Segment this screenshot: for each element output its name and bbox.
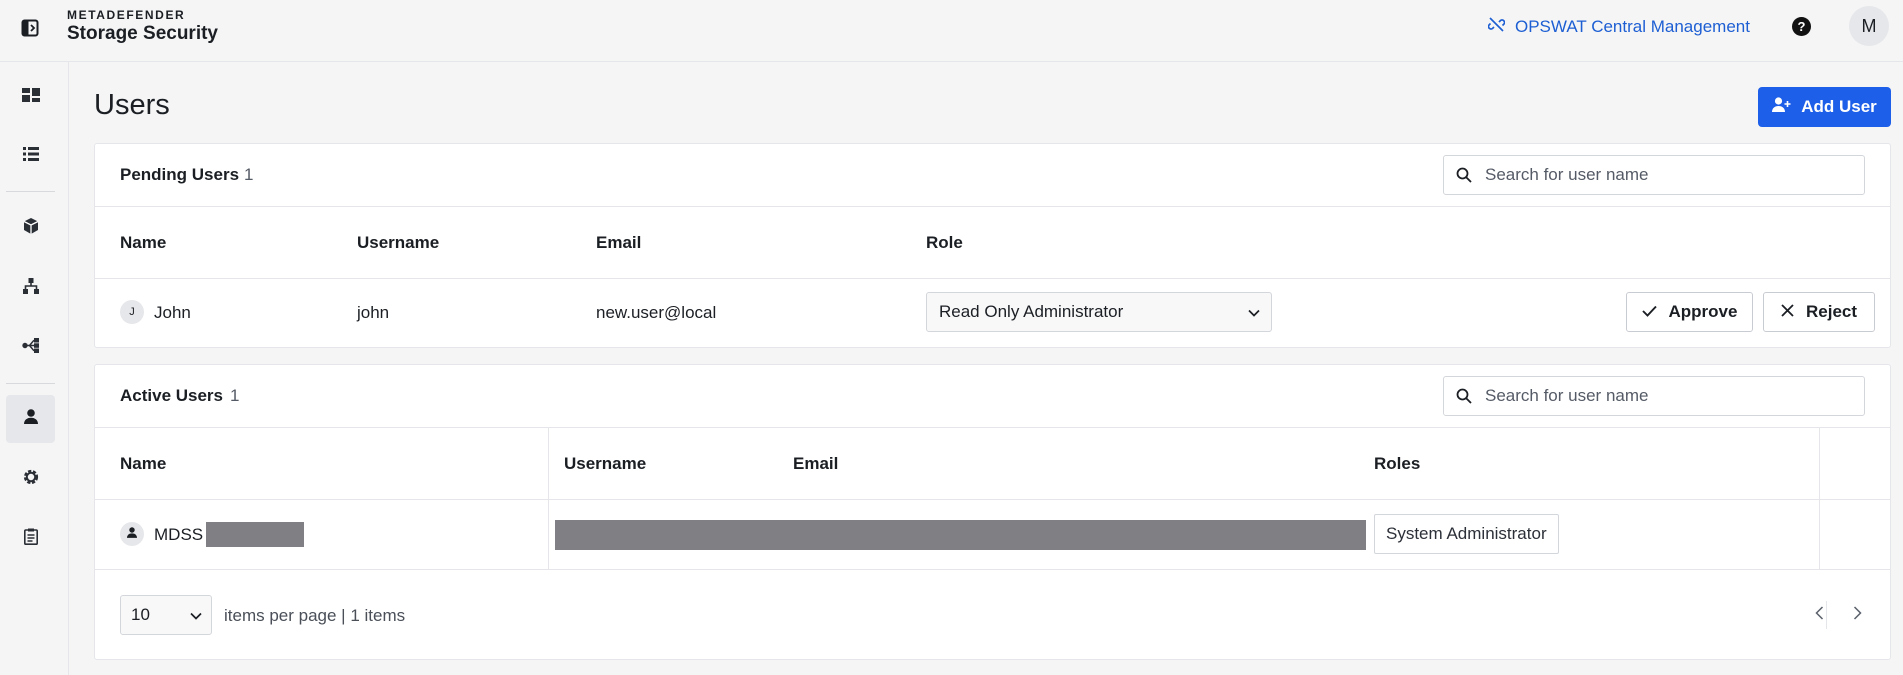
active-users-card: Active Users 1 Name Username Email Roles… [94,364,1891,660]
chevron-left-icon [1814,605,1824,625]
pending-col-email[interactable]: Email [596,233,641,253]
active-users-header: Active Users 1 [95,365,1890,428]
unlink-icon [1487,16,1506,38]
pending-col-username[interactable]: Username [357,233,439,253]
user-initial-badge: J [120,300,144,324]
chevron-down-icon [189,608,203,628]
active-users-title: Active Users [120,386,224,405]
reject-button[interactable]: Reject [1763,292,1875,332]
account-avatar[interactable]: M [1849,6,1889,46]
check-icon [1641,302,1657,322]
approve-label: Approve [1668,302,1738,321]
sidebar-divider [6,383,55,384]
pending-col-role[interactable]: Role [926,233,963,253]
pending-user-email: new.user@local [596,303,717,322]
sidebar-item-settings[interactable] [6,455,55,503]
chevron-right-icon [1853,605,1862,625]
cube-icon [23,217,39,239]
chevron-down-icon [1247,305,1261,325]
active-col-name[interactable]: Name [120,454,166,474]
active-col-roles[interactable]: Roles [1374,454,1420,474]
list-icon [22,146,39,166]
clipboard-icon [23,528,38,550]
top-bar: METADEFENDER Storage Security OPSWAT Cen… [0,0,1903,62]
pending-search-box[interactable] [1443,155,1865,195]
redacted-name-block [206,522,304,547]
pending-users-title: Pending Users [120,165,240,184]
gear-icon [22,468,40,491]
role-dropdown[interactable]: Read Only Administrator [926,292,1272,332]
sidebar-item-list[interactable] [6,132,55,180]
items-per-page-select[interactable]: 10 [120,595,212,635]
search-icon [1456,388,1472,409]
dashboard-icon [21,87,40,107]
workflow-icon [22,338,39,358]
sidebar-item-users[interactable] [6,395,55,443]
pagination-summary: items per page | 1 items [224,606,406,625]
pending-users-count: 1 [244,165,254,184]
central-management-label: OPSWAT Central Management [1515,17,1750,36]
pager-divider [1826,601,1827,629]
central-management-link[interactable]: OPSWAT Central Management [1487,16,1750,38]
sidebar-divider [6,191,55,192]
reject-label: Reject [1805,302,1858,321]
help-icon[interactable]: ? [1792,17,1811,36]
active-search-input[interactable] [1485,386,1855,406]
add-user-icon [1772,97,1791,117]
brand-product-name: Storage Security [67,23,218,44]
brand-product-line: METADEFENDER [67,8,186,22]
next-page-button[interactable] [1841,595,1873,635]
pending-user-username: john [357,303,390,322]
active-col-email[interactable]: Email [793,454,838,474]
row-divider [95,569,1890,570]
redacted-username-email-block [555,520,1366,550]
row-divider [95,278,1890,279]
active-user-name: MDSS [154,525,204,544]
sidebar-toggle-icon[interactable] [19,17,41,39]
sidebar-item-hierarchy[interactable] [6,264,55,312]
previous-page-button[interactable] [1803,595,1835,635]
active-col-username[interactable]: Username [564,454,646,474]
active-users-count: 1 [230,386,240,405]
add-user-label: Add User [1801,97,1877,116]
user-icon [127,527,137,541]
pending-col-name[interactable]: Name [120,233,166,253]
brand-logo: METADEFENDER Storage Security [67,8,218,45]
pending-users-card: Pending Users 1 Name Username Email Role… [94,143,1891,348]
sidebar-nav [0,62,69,675]
sidebar-item-workflow[interactable] [6,324,55,372]
row-divider [95,499,1890,500]
sidebar-item-dashboard[interactable] [6,73,55,121]
sidebar-item-reports[interactable] [6,515,55,563]
search-icon [1456,167,1472,188]
user-avatar [120,522,144,546]
page-title: Users [94,89,170,121]
role-dropdown-value: Read Only Administrator [939,302,1124,321]
active-search-box[interactable] [1443,376,1865,416]
pending-users-header: Pending Users 1 [95,144,1890,207]
user-icon [23,409,38,429]
role-tag: System Administrator [1374,514,1559,554]
items-per-page-value: 10 [131,605,150,624]
close-icon [1781,302,1794,322]
sidebar-item-cube[interactable] [6,204,55,252]
hierarchy-icon [22,277,39,299]
add-user-button[interactable]: Add User [1758,87,1891,127]
pending-user-name: John [154,303,191,322]
approve-button[interactable]: Approve [1626,292,1753,332]
pending-search-input[interactable] [1485,165,1855,185]
